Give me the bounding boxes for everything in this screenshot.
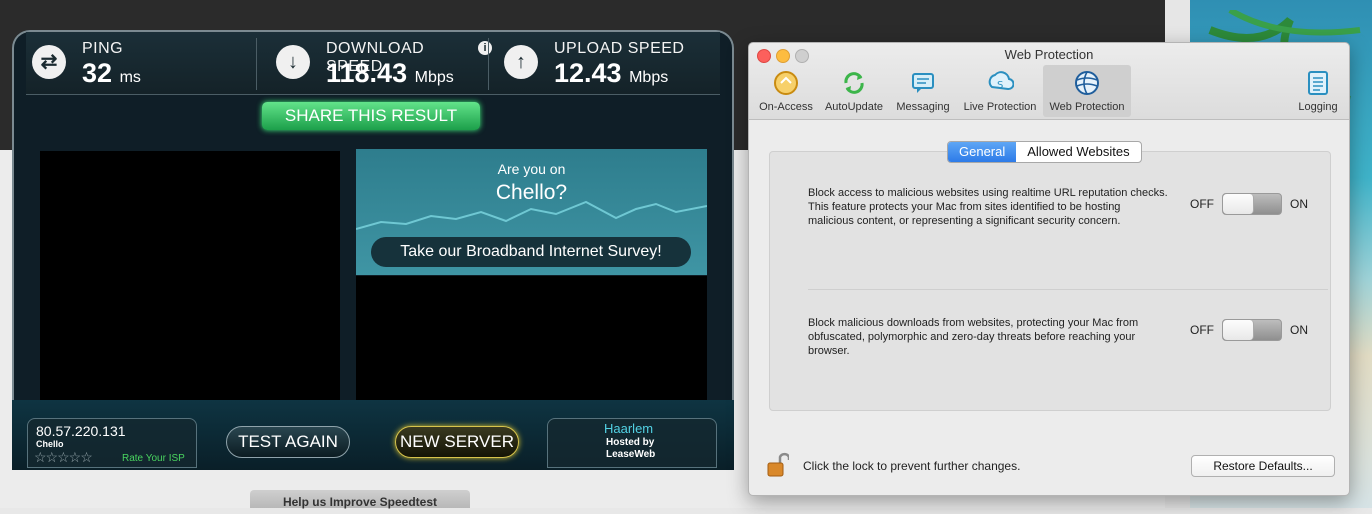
settings-tabs: General Allowed Websites <box>947 141 1142 163</box>
setting-description: Block malicious downloads from websites,… <box>808 317 1139 357</box>
lock-hint-text: Click the lock to prevent further change… <box>803 459 1021 473</box>
tab-label: AutoUpdate <box>824 101 884 113</box>
upload-metric: ↑ UPLOAD SPEED 12.43 Mbps <box>492 32 720 94</box>
tab-label: On-Access <box>759 101 813 113</box>
tab-web-protection[interactable]: Web Protection <box>1043 65 1131 117</box>
tab-general[interactable]: General <box>948 142 1017 162</box>
tab-label: Live Protection <box>963 101 1037 113</box>
hosted-by-text: Hosted by <box>606 437 655 448</box>
results-header: ⇄ PING 32 ms ↓ DOWNLOAD SPEED i 118.43 M… <box>26 32 720 95</box>
upload-unit: Mbps <box>629 69 669 86</box>
ip-address: 80.57.220.131 <box>36 423 126 439</box>
test-again-button[interactable]: TEST AGAIN <box>226 426 350 458</box>
off-label: OFF <box>1190 323 1214 337</box>
tab-label: Logging <box>1298 101 1338 113</box>
upload-value: 12.43 Mbps <box>554 58 668 89</box>
ping-unit: ms <box>119 69 141 86</box>
download-unit: Mbps <box>414 69 454 86</box>
tab-logging[interactable]: Logging <box>1291 65 1345 117</box>
upload-label: UPLOAD SPEED <box>554 40 685 57</box>
isp-info-box: 80.57.220.131 Chello ☆☆☆☆☆ Rate Your ISP <box>27 418 197 468</box>
server-city: Haarlem <box>604 421 654 436</box>
tab-label: Messaging <box>896 101 950 113</box>
isp-name: Chello <box>36 439 64 449</box>
window-toolbar: Web Protection On-Access AutoUpdate Mess… <box>749 43 1349 120</box>
tab-messaging[interactable]: Messaging <box>891 65 955 117</box>
window-title: Web Protection <box>1004 47 1094 62</box>
unlocked-padlock-icon[interactable] <box>767 451 789 477</box>
host-name: LeaseWeb <box>606 449 656 460</box>
on-access-icon <box>774 71 798 95</box>
malicious-websites-toggle[interactable] <box>1222 193 1282 215</box>
svg-text:S: S <box>997 80 1003 91</box>
server-info-box: Haarlem Hosted by LeaseWeb <box>547 418 717 468</box>
download-number: 118.43 <box>326 58 408 88</box>
divider <box>808 289 1328 290</box>
hosted-by-label: Hosted by LeaseWeb <box>606 437 655 461</box>
help-improve-tab[interactable]: Help us Improve Speedtest <box>250 490 470 509</box>
web-protection-icon <box>1075 71 1099 95</box>
download-arrow-icon: ↓ <box>276 45 310 79</box>
on-label: ON <box>1290 323 1308 337</box>
ping-number: 32 <box>82 58 113 88</box>
off-label: OFF <box>1190 197 1214 211</box>
live-protection-icon: S <box>988 71 1014 91</box>
ad-subtitle: Are you on <box>497 161 566 177</box>
blank-ad-area-left <box>40 151 340 400</box>
divider <box>488 38 489 90</box>
restore-defaults-button[interactable]: Restore Defaults... <box>1191 455 1335 477</box>
download-metric: ↓ DOWNLOAD SPEED i 118.43 Mbps <box>264 32 492 94</box>
upload-number: 12.43 <box>554 58 622 88</box>
setting-description: Block access to malicious websites using… <box>808 187 1168 227</box>
rating-stars-icon[interactable]: ☆☆☆☆☆ <box>34 449 93 466</box>
share-result-button[interactable]: SHARE THIS RESULT <box>262 102 480 130</box>
tab-live-protection[interactable]: S Live Protection <box>957 65 1043 117</box>
survey-button[interactable]: Take our Broadband Internet Survey! <box>371 237 691 267</box>
messaging-icon <box>912 73 934 93</box>
toggle-knob <box>1223 194 1254 214</box>
new-server-button[interactable]: NEW SERVER <box>395 426 519 458</box>
ping-icon: ⇄ <box>32 45 66 79</box>
blank-ad-area-right <box>356 276 707 400</box>
ping-value: 32 ms <box>82 58 141 89</box>
download-value: 118.43 Mbps <box>326 58 454 89</box>
survey-ad: Are you on Chello? Take our Broadband In… <box>356 149 707 275</box>
rate-isp-link[interactable]: Rate Your ISP <box>122 453 185 464</box>
on-label: ON <box>1290 197 1308 211</box>
ping-metric: ⇄ PING 32 ms <box>26 32 256 94</box>
divider <box>256 38 257 90</box>
upload-arrow-icon: ↑ <box>504 45 538 79</box>
tab-autoupdate[interactable]: AutoUpdate <box>821 65 887 117</box>
settings-pane: Block access to malicious websites using… <box>769 151 1331 411</box>
logging-icon <box>1308 71 1328 95</box>
tab-allowed-websites[interactable]: Allowed Websites <box>1016 142 1140 162</box>
toggle-knob <box>1223 320 1254 340</box>
web-protection-window: Web Protection On-Access AutoUpdate Mess… <box>748 42 1350 496</box>
tab-label: Web Protection <box>1049 101 1125 113</box>
malicious-downloads-toggle[interactable] <box>1222 319 1282 341</box>
autoupdate-icon <box>844 72 864 94</box>
tab-on-access[interactable]: On-Access <box>755 65 817 117</box>
info-icon[interactable]: i <box>478 41 492 55</box>
ping-label: PING <box>82 40 124 57</box>
